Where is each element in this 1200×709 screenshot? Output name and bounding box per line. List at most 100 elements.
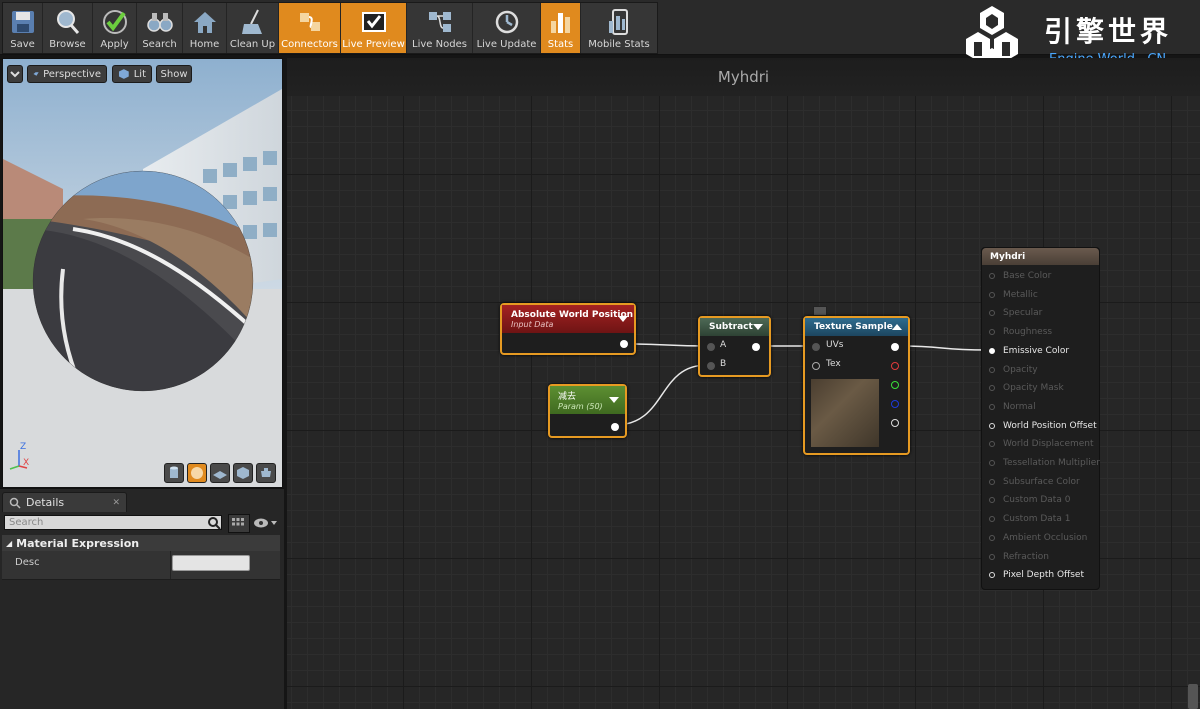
desc-input[interactable] [172, 555, 250, 571]
texture-a-output-pin[interactable] [891, 419, 899, 427]
save-icon [11, 11, 34, 33]
result-input-pin[interactable] [989, 441, 995, 448]
preview-mesh-button[interactable] [256, 463, 276, 483]
stats-button[interactable]: Stats [541, 3, 581, 53]
texture-rgb-output-pin[interactable] [891, 343, 899, 351]
result-pin-row[interactable]: Base Color [982, 270, 1099, 284]
lit-button[interactable]: Lit [112, 65, 152, 83]
result-pin-row[interactable]: Custom Data 0 [982, 494, 1099, 508]
visibility-filter-button[interactable] [252, 515, 280, 531]
collapse-arrow-icon[interactable] [609, 397, 619, 403]
live-update-icon [495, 10, 518, 34]
result-input-pin[interactable] [989, 366, 995, 373]
result-pin-row[interactable]: Roughness [982, 326, 1099, 340]
result-pin-row[interactable]: Ambient Occlusion [982, 532, 1099, 546]
magnifier-icon[interactable] [207, 516, 221, 530]
param-node[interactable]: 减去 Param (50) [548, 384, 627, 438]
result-pin-row[interactable]: Tessellation Multiplier [982, 457, 1100, 471]
result-pin-row[interactable]: Metallic [982, 289, 1099, 303]
result-input-pin[interactable] [989, 422, 995, 429]
result-pin-row[interactable]: Subsurface Color [982, 476, 1099, 490]
texture-preview-toggle-icon[interactable] [813, 306, 827, 316]
result-input-pin[interactable] [989, 572, 995, 579]
preview-viewport[interactable]: Perspective Lit Show Z X [2, 58, 283, 488]
result-input-pin[interactable] [989, 347, 995, 354]
preview-cube-button[interactable] [233, 463, 253, 483]
subtract-node-header: Subtract [700, 318, 769, 336]
subtract-a-pin[interactable] [707, 343, 715, 351]
result-input-pin[interactable] [989, 273, 995, 279]
close-icon[interactable]: ✕ [112, 498, 120, 508]
result-pin-row[interactable]: World Position Offset [982, 420, 1099, 434]
result-pin-row[interactable]: Pixel Depth Offset [982, 569, 1099, 583]
live-update-button[interactable]: Live Update [473, 3, 541, 53]
result-pin-label: World Position Offset [1003, 420, 1097, 431]
texture-sample-node[interactable]: Texture Sample UVs Tex [803, 316, 910, 455]
result-input-pin[interactable] [989, 460, 995, 466]
preview-sphere-button[interactable] [187, 463, 207, 483]
material-expression-label: Material Expression [16, 536, 140, 550]
perspective-button[interactable]: Perspective [27, 65, 107, 83]
collapse-arrow-icon[interactable] [753, 324, 763, 330]
result-input-pin[interactable] [989, 553, 995, 560]
live-nodes-button[interactable]: Live Nodes [407, 3, 473, 53]
home-button[interactable]: Home [183, 3, 227, 53]
result-pin-row[interactable]: Refraction [982, 551, 1099, 565]
save-button[interactable]: Save [3, 3, 43, 53]
param-node-title: 减去 [558, 392, 577, 402]
result-input-pin[interactable] [989, 534, 995, 541]
result-pin-row[interactable]: Custom Data 1 [982, 513, 1099, 527]
result-pin-label: Roughness [1003, 327, 1053, 338]
search-button[interactable]: Search [137, 3, 183, 53]
result-pin-row[interactable]: Specular [982, 307, 1099, 321]
result-input-pin[interactable] [989, 310, 995, 317]
result-input-pin[interactable] [989, 291, 995, 298]
collapse-arrow-icon[interactable] [618, 316, 628, 322]
subtract-b-pin[interactable] [707, 362, 715, 370]
view-options-grid-button[interactable] [228, 514, 250, 533]
texture-tex-pin[interactable] [812, 362, 820, 370]
material-result-node[interactable]: Myhdri Base Color Metallic Specular Roughne… [981, 247, 1100, 590]
texture-b-output-pin[interactable] [891, 400, 899, 408]
expand-arrow-icon[interactable] [892, 324, 902, 330]
result-pin-row[interactable]: Opacity Mask [982, 382, 1099, 396]
subtract-output-pin[interactable] [752, 343, 760, 351]
result-pin-row[interactable]: Emissive Color [982, 345, 1099, 359]
result-pin-label: Custom Data 0 [1003, 495, 1071, 506]
result-input-pin[interactable] [989, 497, 995, 504]
lit-label: Lit [133, 68, 146, 80]
connectors-button[interactable]: Connectors [279, 3, 341, 53]
texture-r-output-pin[interactable] [891, 362, 899, 370]
apply-button[interactable]: Apply [93, 3, 137, 53]
absolute-world-position-node[interactable]: Absolute World Position Input Data [500, 303, 636, 355]
result-pin-row[interactable]: Normal [982, 401, 1099, 415]
preview-plane-button[interactable] [210, 463, 230, 483]
material-expression-section-header[interactable]: ◢ Material Expression [2, 535, 280, 551]
awp-output-pin[interactable] [620, 340, 628, 348]
result-pin-row[interactable]: World Displacement [982, 438, 1099, 452]
clean-up-button[interactable]: Clean Up [227, 3, 279, 53]
graph-scrollbar-thumb[interactable] [1188, 684, 1198, 709]
result-pin-row[interactable]: Opacity [982, 364, 1099, 378]
material-graph-canvas[interactable]: Myhdri Absolute World Position Input Dat… [287, 58, 1200, 709]
result-input-pin[interactable] [989, 516, 995, 523]
logo-chinese-text: 引擎世界 [1044, 15, 1173, 48]
result-input-pin[interactable] [989, 385, 995, 392]
desc-label: Desc [15, 557, 40, 568]
home-label: Home [189, 39, 220, 50]
preview-cylinder-button[interactable] [164, 463, 184, 483]
show-button[interactable]: Show [156, 65, 192, 83]
browse-button[interactable]: Browse [43, 3, 93, 53]
result-input-pin[interactable] [989, 478, 995, 485]
result-input-pin[interactable] [989, 329, 995, 336]
subtract-node[interactable]: Subtract A B [698, 316, 771, 377]
texture-g-output-pin[interactable] [891, 381, 899, 389]
param-output-pin[interactable] [611, 423, 619, 431]
texture-uvs-pin[interactable] [812, 343, 820, 351]
details-search-input[interactable]: Search [4, 515, 222, 530]
live-preview-button[interactable]: Live Preview [341, 3, 407, 53]
mobile-stats-button[interactable]: Mobile Stats [581, 3, 657, 53]
result-input-pin[interactable] [989, 403, 995, 410]
viewport-options-button[interactable] [7, 65, 23, 83]
details-tab[interactable]: Details ✕ [2, 492, 127, 512]
